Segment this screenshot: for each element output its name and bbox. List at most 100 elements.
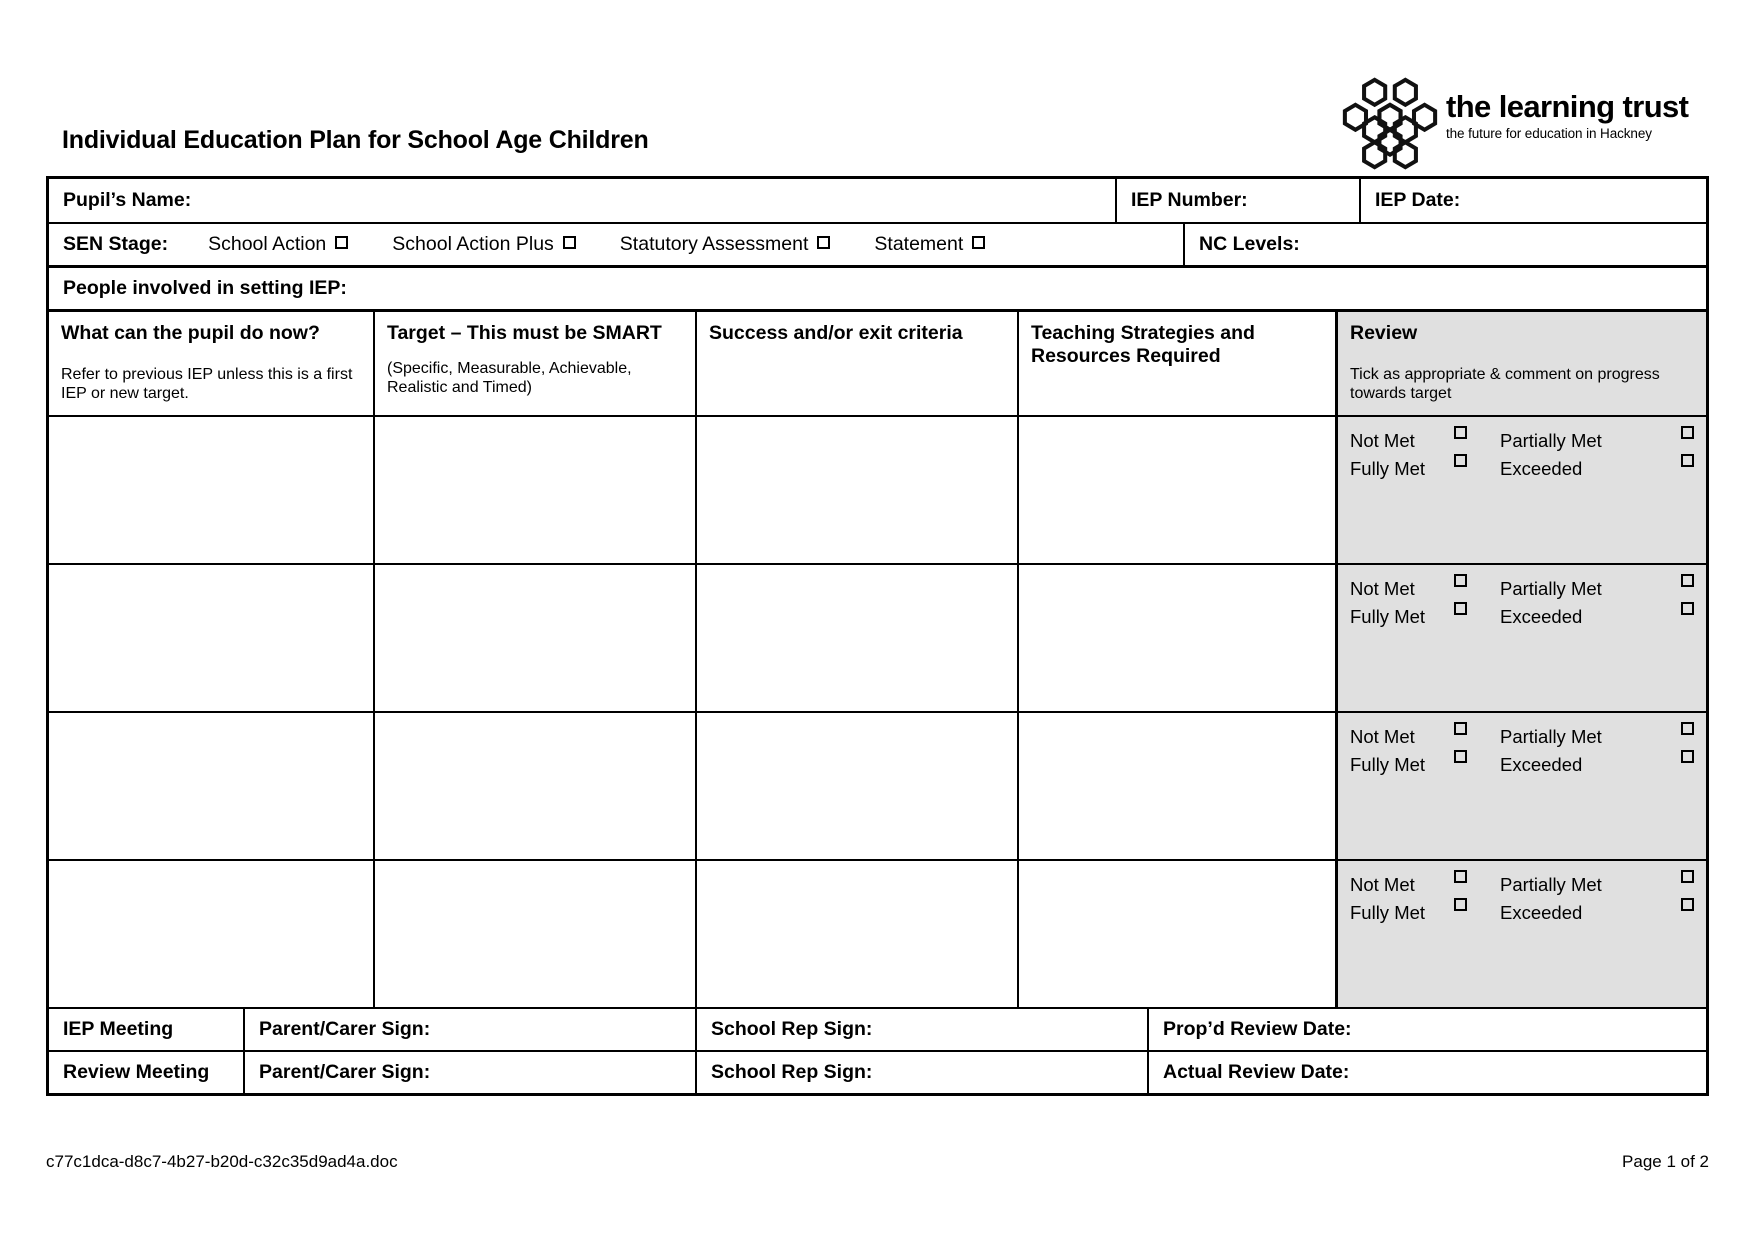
column-subtitle: Tick as appropriate & comment on progres… <box>1350 366 1660 402</box>
column-header-row: What can the pupil do now? Refer to prev… <box>49 312 1706 417</box>
review-option-exceeded[interactable]: Exceeded <box>1500 750 1694 779</box>
checkbox-fully-met[interactable] <box>1454 602 1467 615</box>
review-option-partially-met[interactable]: Partially Met <box>1500 574 1694 603</box>
logo-wordmark: the learning trust the future for educat… <box>1446 90 1708 143</box>
checkbox-fully-met[interactable] <box>1454 750 1467 763</box>
review-option-partially-met[interactable]: Partially Met <box>1500 426 1694 455</box>
review-option-label: Fully Met <box>1350 606 1426 627</box>
cell-what-can-pupil-do[interactable] <box>49 713 375 859</box>
people-involved-field[interactable]: People involved in setting IEP: <box>49 268 1706 309</box>
column-title: Target – This must be SMART <box>387 322 662 344</box>
review-option-fully-met[interactable]: Fully Met <box>1350 454 1500 483</box>
column-header-teaching-strategies: Teaching Strategies and Resources Requir… <box>1019 312 1337 415</box>
pupil-name-label: Pupil’s Name: <box>63 189 192 211</box>
review-line-2: Fully Met Exceeded <box>1350 898 1694 927</box>
checkbox-not-met[interactable] <box>1454 426 1467 439</box>
logo-name: the learning trust <box>1446 89 1689 124</box>
proposed-review-date-field[interactable]: Prop’d Review Date: <box>1149 1009 1706 1050</box>
review-option-label: Partially Met <box>1500 726 1602 747</box>
cell-what-can-pupil-do[interactable] <box>49 861 375 1007</box>
sen-option-label: Statutory Assessment <box>619 233 809 255</box>
table-row: Not Met Partially Met Fully Met Exceeded <box>49 713 1706 861</box>
actual-review-date-field[interactable]: Actual Review Date: <box>1149 1052 1706 1093</box>
cell-target[interactable] <box>375 565 697 711</box>
table-row: Not Met Partially Met Fully Met Exceeded <box>49 861 1706 1009</box>
sen-stage-label: SEN Stage: <box>63 233 169 255</box>
sen-option-school-action[interactable]: School Action <box>208 233 349 256</box>
checkbox-exceeded[interactable] <box>1681 750 1694 763</box>
cell-teaching-strategies[interactable] <box>1019 861 1337 1007</box>
cell-success-criteria[interactable] <box>697 713 1019 859</box>
table-row: Not Met Partially Met Fully Met Exceeded <box>49 417 1706 565</box>
cell-teaching-strategies[interactable] <box>1019 417 1337 563</box>
checkbox-statement[interactable] <box>972 236 986 249</box>
cell-target[interactable] <box>375 713 697 859</box>
review-option-label: Partially Met <box>1500 874 1602 895</box>
checkbox-fully-met[interactable] <box>1454 898 1467 911</box>
checkbox-exceeded[interactable] <box>1681 454 1694 467</box>
checkbox-partially-met[interactable] <box>1681 426 1694 439</box>
cell-success-criteria[interactable] <box>697 565 1019 711</box>
iep-date-field[interactable]: IEP Date: <box>1361 179 1706 222</box>
checkbox-fully-met[interactable] <box>1454 454 1467 467</box>
sen-option-statement[interactable]: Statement <box>874 233 986 256</box>
review-line-2: Fully Met Exceeded <box>1350 750 1694 779</box>
iep-meeting-parent-sign-field[interactable]: Parent/Carer Sign: <box>245 1009 697 1050</box>
review-line-1: Not Met Partially Met <box>1350 722 1694 751</box>
cell-what-can-pupil-do[interactable] <box>49 565 375 711</box>
review-option-not-met[interactable]: Not Met <box>1350 870 1500 899</box>
checkbox-statutory-assessment[interactable] <box>817 236 831 249</box>
proposed-review-date-label: Prop’d Review Date: <box>1163 1018 1352 1040</box>
checkbox-school-action-plus[interactable] <box>562 236 576 249</box>
cell-target[interactable] <box>375 417 697 563</box>
review-option-exceeded[interactable]: Exceeded <box>1500 898 1694 927</box>
cell-teaching-strategies[interactable] <box>1019 713 1337 859</box>
iep-meeting-school-sign-field[interactable]: School Rep Sign: <box>697 1009 1149 1050</box>
checkbox-partially-met[interactable] <box>1681 722 1694 735</box>
review-option-label: Not Met <box>1350 874 1415 895</box>
cell-what-can-pupil-do[interactable] <box>49 417 375 563</box>
document-header: Individual Education Plan for School Age… <box>46 68 1708 176</box>
cell-review: Not Met Partially Met Fully Met Exceeded <box>1337 713 1706 859</box>
checkbox-exceeded[interactable] <box>1681 602 1694 615</box>
review-option-fully-met[interactable]: Fully Met <box>1350 750 1500 779</box>
pupil-name-field[interactable]: Pupil’s Name: <box>49 179 1117 222</box>
checkbox-exceeded[interactable] <box>1681 898 1694 911</box>
organisation-logo: the learning trust the future for educat… <box>1328 68 1708 176</box>
document-footer: c77c1dca-d8c7-4b27-b20d-c32c35d9ad4a.doc… <box>46 1152 1709 1172</box>
review-meeting-parent-sign-field[interactable]: Parent/Carer Sign: <box>245 1052 697 1093</box>
school-sign-label: School Rep Sign: <box>711 1061 873 1083</box>
checkbox-not-met[interactable] <box>1454 574 1467 587</box>
checkbox-partially-met[interactable] <box>1681 870 1694 883</box>
review-meeting-school-sign-field[interactable]: School Rep Sign: <box>697 1052 1149 1093</box>
iep-number-field[interactable]: IEP Number: <box>1117 179 1361 222</box>
sen-option-statutory-assessment[interactable]: Statutory Assessment <box>620 233 831 256</box>
review-option-not-met[interactable]: Not Met <box>1350 574 1500 603</box>
cell-success-criteria[interactable] <box>697 861 1019 1007</box>
cell-target[interactable] <box>375 861 697 1007</box>
checkbox-not-met[interactable] <box>1454 870 1467 883</box>
review-option-not-met[interactable]: Not Met <box>1350 722 1500 751</box>
review-option-not-met[interactable]: Not Met <box>1350 426 1500 455</box>
review-option-fully-met[interactable]: Fully Met <box>1350 898 1500 927</box>
cell-success-criteria[interactable] <box>697 417 1019 563</box>
people-involved-label: People involved in setting IEP: <box>63 277 347 299</box>
review-option-partially-met[interactable]: Partially Met <box>1500 722 1694 751</box>
review-option-label: Exceeded <box>1500 606 1583 627</box>
checkbox-school-action[interactable] <box>335 236 349 249</box>
iep-meeting-label: IEP Meeting <box>49 1009 245 1050</box>
school-sign-label: School Rep Sign: <box>711 1018 873 1040</box>
review-option-fully-met[interactable]: Fully Met <box>1350 602 1500 631</box>
cell-teaching-strategies[interactable] <box>1019 565 1337 711</box>
checkbox-not-met[interactable] <box>1454 722 1467 735</box>
page-title: Individual Education Plan for School Age… <box>62 126 649 154</box>
iep-number-label: IEP Number: <box>1131 189 1248 211</box>
review-line-2: Fully Met Exceeded <box>1350 454 1694 483</box>
sen-option-school-action-plus[interactable]: School Action Plus <box>392 233 576 256</box>
review-option-partially-met[interactable]: Partially Met <box>1500 870 1694 899</box>
review-option-exceeded[interactable]: Exceeded <box>1500 454 1694 483</box>
nc-levels-field[interactable]: NC Levels: <box>1185 224 1706 265</box>
checkbox-partially-met[interactable] <box>1681 574 1694 587</box>
review-option-exceeded[interactable]: Exceeded <box>1500 602 1694 631</box>
actual-review-date-label: Actual Review Date: <box>1163 1061 1350 1083</box>
